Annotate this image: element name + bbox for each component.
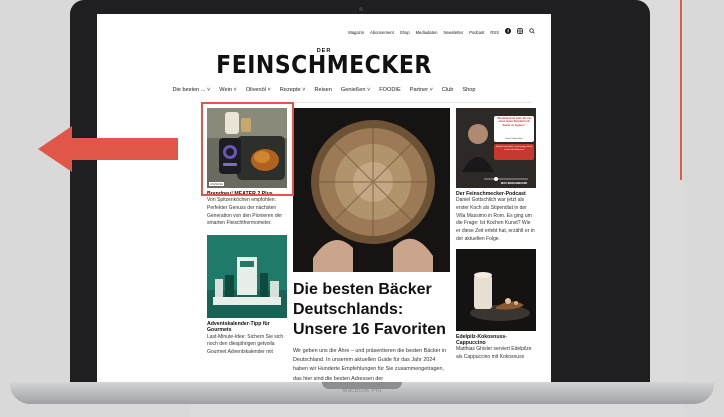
site-logo[interactable]: FEINSCHMECKER — [97, 52, 551, 80]
pointer-arrow — [38, 126, 178, 172]
advent-text: Last-Minute-Idee: Sichern Sie sich noch … — [207, 333, 284, 356]
podcast-image[interactable]: "Rosthaand ist mehr als nur einen teilen… — [456, 108, 536, 188]
website-screen: Magazin Abonnement Shop Mediadaten Newsl… — [97, 14, 551, 382]
podcast-text: Daniel Gottschlich war jetzt als erster … — [456, 197, 535, 242]
topnav-shop[interactable]: Shop — [400, 30, 410, 35]
meater-text: Von Spitzenköchen empfohlen: Perfekter G… — [207, 197, 283, 227]
podcast-name: Daniel Gottschlich — [505, 138, 523, 140]
instagram-icon[interactable] — [517, 28, 523, 36]
cappuccino-title[interactable]: Edelpilz-Kokosnuss-Cappuccino — [456, 334, 536, 346]
bakery-headline[interactable]: Die besten Bäcker Deutschlands: Unsere 1… — [293, 280, 450, 340]
decor-line-right — [680, 0, 682, 180]
podcast-brand: DER FEINSCHMECKER — [500, 182, 528, 185]
middle-column: Die besten Bäcker Deutschlands: Unsere 1… — [293, 108, 450, 382]
nav-wein[interactable]: Wein ˅ — [219, 87, 236, 93]
podcast-sub: Daniel Gottschlich ist ein junger Koch i… — [495, 146, 533, 151]
nav-die-besten[interactable]: Die besten ... ˅ — [173, 87, 211, 93]
topnav-rss[interactable]: RSS — [490, 30, 499, 35]
bread-hero-image[interactable] — [293, 108, 450, 272]
nav-rezepte[interactable]: Rezepte ˅ — [280, 87, 306, 93]
top-navigation: Magazin Abonnement Shop Mediadaten Newsl… — [348, 28, 535, 36]
topnav-mediadaten[interactable]: Mediadaten — [416, 30, 438, 35]
camera — [359, 7, 363, 11]
advent-title[interactable]: Adventskalender-Tipp für Gourmets — [207, 321, 287, 333]
bakery-teaser: Wir geben uns die Ähre – und präsentiere… — [293, 348, 447, 382]
arrow-left-icon — [38, 126, 72, 172]
arrow-body — [70, 138, 178, 160]
cappuccino-text: Matthias Ghisler serviert Edelpilze als … — [456, 346, 532, 360]
topnav-magazin[interactable]: Magazin — [348, 30, 364, 35]
right-column: "Rosthaand ist mehr als nur einen teilen… — [456, 108, 536, 362]
podcast-quote: "Rosthaand ist mehr als nur einen teilen… — [496, 117, 532, 127]
background-right — [683, 0, 724, 417]
nav-partner[interactable]: Partner ˅ — [410, 87, 433, 93]
facebook-icon[interactable] — [505, 28, 511, 36]
nav-club[interactable]: Club — [442, 87, 454, 93]
topnav-newsletter[interactable]: Newsletter — [443, 30, 463, 35]
nav-reisen[interactable]: Reisen — [314, 87, 331, 93]
search-icon[interactable] — [529, 28, 535, 36]
main-navigation: Die besten ... ˅ Wein ˅ Olivenöl ˅ Rezep… — [97, 87, 551, 93]
laptop-label: MacBook Pro — [342, 388, 382, 394]
highlight-frame — [201, 102, 294, 196]
nav-shop[interactable]: Shop — [462, 87, 475, 93]
topnav-podcast[interactable]: Podcast — [469, 30, 484, 35]
nav-olivenoel[interactable]: Olivenöl ˅ — [246, 87, 271, 93]
nav-foodie[interactable]: FOODIE — [379, 87, 400, 93]
topnav-abonnement[interactable]: Abonnement — [370, 30, 394, 35]
advent-calendar-image[interactable] — [207, 235, 287, 319]
cappuccino-image[interactable] — [456, 248, 536, 331]
nav-geniessen[interactable]: Genießen ˅ — [341, 87, 370, 93]
